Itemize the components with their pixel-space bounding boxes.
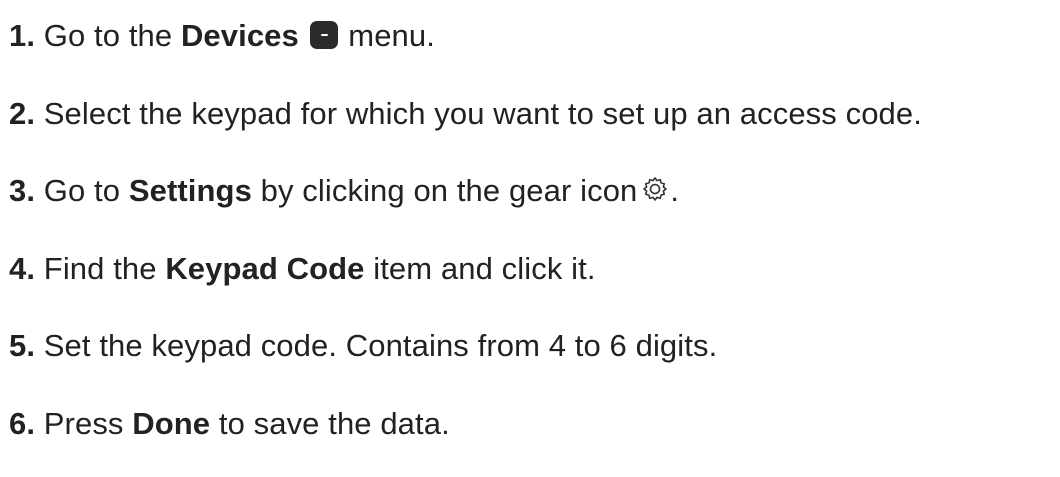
step-number: 3. <box>9 173 36 208</box>
step-text: Select the keypad for which you want to … <box>43 96 922 131</box>
devices-label: Devices <box>180 18 299 53</box>
step-6: 6. Press Done to save the data. <box>9 402 450 446</box>
step-text: menu. <box>348 18 435 53</box>
instruction-steps: 1. Go to the Devices menu. 2. Select the… <box>9 0 1060 477</box>
step-number: 1. <box>9 18 36 53</box>
step-text: . <box>670 173 680 208</box>
step-number: 2. <box>9 96 36 131</box>
step-text: item and click it. <box>373 251 596 286</box>
step-2: 2. Select the keypad for which you want … <box>9 92 922 136</box>
devices-menu-icon <box>309 21 338 49</box>
step-text: Go to the <box>43 18 173 53</box>
settings-label: Settings <box>128 173 252 208</box>
step-5: 5. Set the keypad code. Contains from 4 … <box>9 324 717 368</box>
step-1: 1. Go to the Devices menu. <box>9 14 435 58</box>
step-text: Press <box>43 406 124 441</box>
step-text: Set the keypad code. Contains from 4 to … <box>43 328 718 363</box>
keypad-code-label: Keypad Code <box>165 251 365 286</box>
step-text: Find the <box>43 251 157 286</box>
gear-icon <box>643 177 668 201</box>
step-3: 3. Go to Settings by clicking on the gea… <box>9 169 679 213</box>
step-4: 4. Find the Keypad Code item and click i… <box>9 247 596 291</box>
step-number: 5. <box>9 328 36 363</box>
step-number: 4. <box>9 251 36 286</box>
step-text: by clicking on the gear icon <box>260 173 638 208</box>
done-label: Done <box>132 406 211 441</box>
step-text: Go to <box>43 173 121 208</box>
step-text: to save the data. <box>218 406 450 441</box>
step-number: 6. <box>9 406 36 441</box>
